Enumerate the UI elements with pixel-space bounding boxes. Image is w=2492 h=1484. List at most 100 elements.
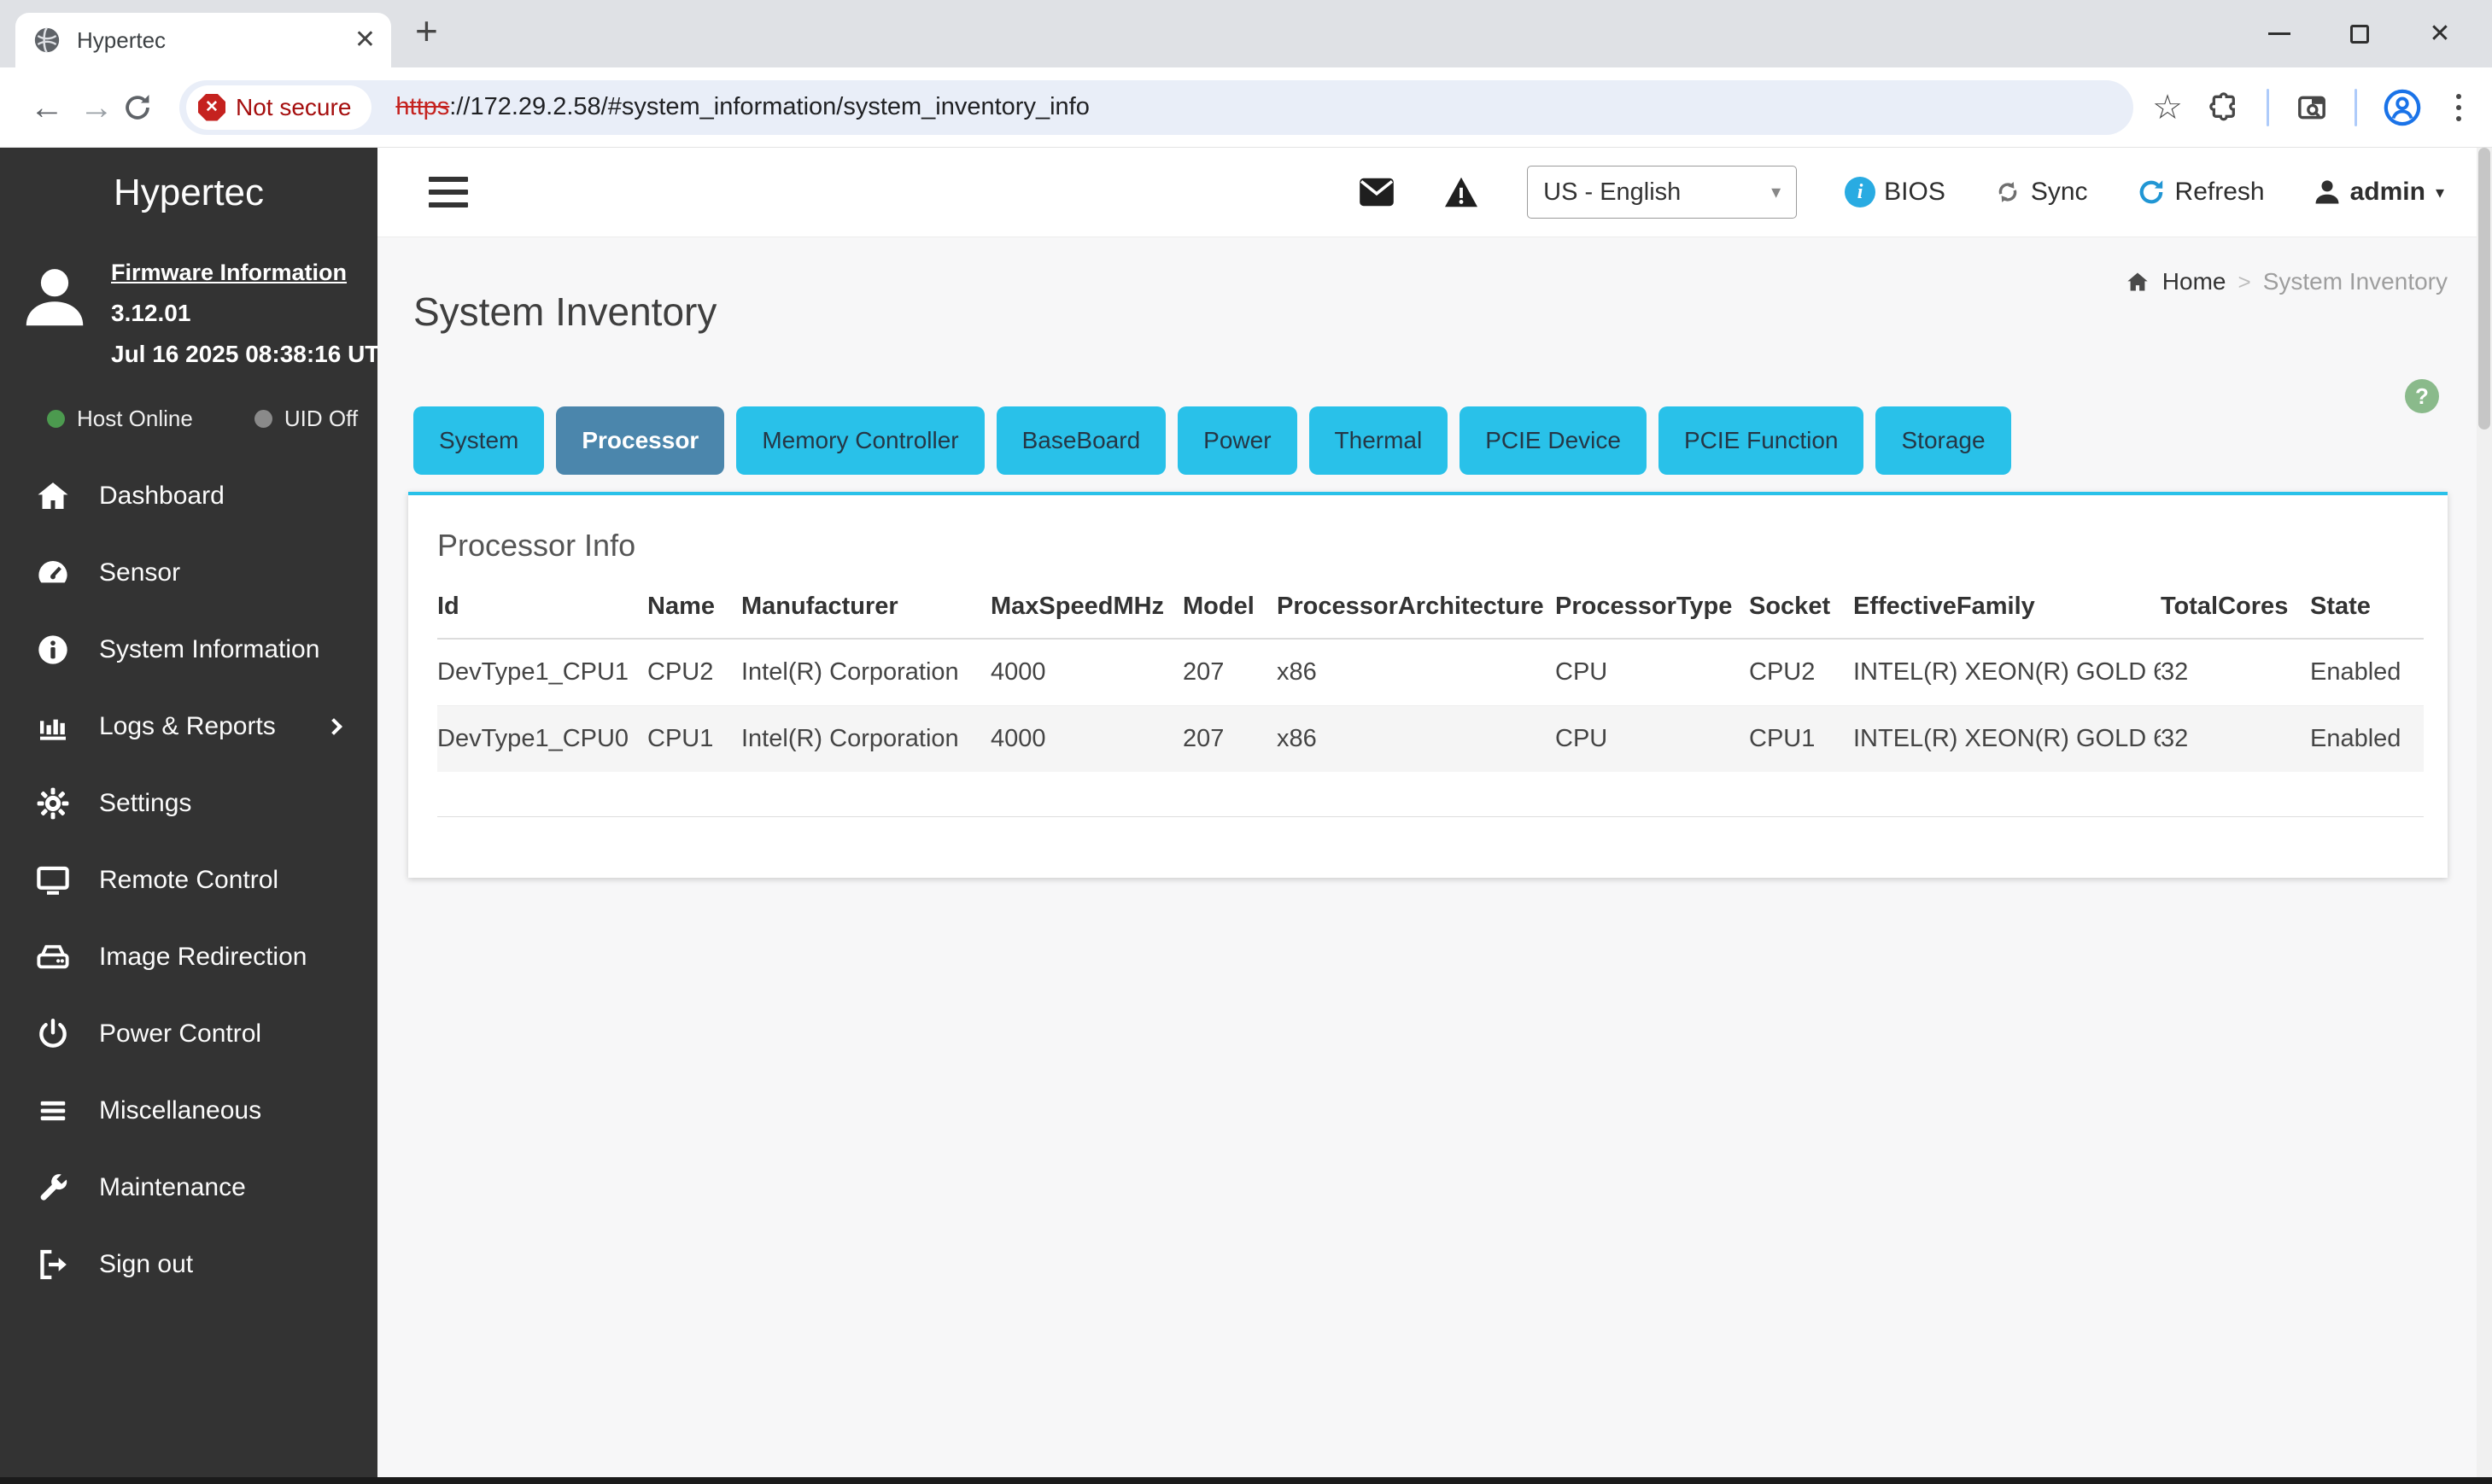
firmware-information-link[interactable]: Firmware Information — [111, 260, 377, 286]
tab-pcie-device[interactable]: PCIE Device — [1460, 406, 1647, 475]
cell-id: DevType1_CPU0 — [437, 706, 647, 773]
sidebar-item-label: Sign out — [99, 1250, 193, 1279]
tab-close-icon[interactable]: ✕ — [354, 27, 376, 53]
tab-power[interactable]: Power — [1178, 406, 1296, 475]
host-online-dot — [47, 410, 65, 428]
globe-favicon-icon — [32, 26, 61, 55]
firmware-version: 3.12.01 — [111, 300, 377, 327]
sidebar-item-miscellaneous[interactable]: Miscellaneous — [0, 1072, 377, 1149]
sidebar-item-dashboard[interactable]: Dashboard — [0, 458, 377, 535]
sidebar-item-remote-control[interactable]: Remote Control — [0, 842, 377, 919]
sidebar-item-label: Power Control — [99, 1020, 261, 1049]
firmware-date: Jul 16 2025 08:38:16 UTC — [111, 341, 377, 368]
user-avatar-icon — [19, 260, 91, 368]
scrollbar-thumb[interactable] — [2478, 148, 2490, 429]
page-title: System Inventory — [413, 289, 2448, 335]
breadcrumb-home[interactable]: Home — [2162, 268, 2226, 295]
refresh-button[interactable]: Refresh — [2136, 177, 2265, 207]
url-text: https://172.29.2.58/#system_information/… — [395, 93, 1089, 121]
gear-icon — [32, 786, 73, 821]
breadcrumb: Home > System Inventory — [2125, 268, 2448, 295]
main-area: US - English ▾ i BIOS Sync Refresh admin… — [377, 148, 2492, 1484]
notifications-mail-button[interactable] — [1358, 177, 1395, 207]
tab-memory-controller[interactable]: Memory Controller — [736, 406, 984, 475]
window-minimize-button[interactable] — [2239, 0, 2319, 67]
browser-menu-icon[interactable] — [2448, 94, 2470, 121]
user-menu[interactable]: admin ▾ — [2313, 177, 2444, 207]
power-icon — [32, 1017, 73, 1051]
firmware-block: Firmware Information 3.12.01 Jul 16 2025… — [0, 237, 377, 368]
url-bar[interactable]: ✕ Not secure https://172.29.2.58/#system… — [179, 80, 2133, 135]
sync-button[interactable]: Sync — [1993, 178, 2088, 207]
browser-tab[interactable]: Hypertec ✕ — [15, 13, 391, 67]
sign-out-icon — [32, 1247, 73, 1282]
bar-chart-icon — [32, 710, 73, 744]
window-controls: ✕ — [2239, 0, 2480, 67]
cell-manufacturer: Intel(R) Corporation — [741, 639, 991, 706]
column-header: Name — [647, 584, 741, 639]
table-header-row: Id Name Manufacturer MaxSpeedMHz Model P… — [437, 584, 2424, 639]
cell-maxspeed: 4000 — [991, 706, 1183, 773]
tab-processor[interactable]: Processor — [556, 406, 724, 475]
refresh-icon — [2136, 177, 2167, 207]
processor-table: Id Name Manufacturer MaxSpeedMHz Model P… — [437, 584, 2424, 817]
bookmark-star-icon[interactable]: ☆ — [2152, 91, 2183, 125]
column-header: ProcessorType — [1555, 584, 1749, 639]
browser-toolbar: ← → ✕ Not secure https://172.29.2.58/#sy… — [0, 67, 2492, 148]
sidebar-item-sensor[interactable]: Sensor — [0, 535, 377, 611]
cell-state: Enabled — [2310, 706, 2424, 773]
tab-pcie-function[interactable]: PCIE Function — [1658, 406, 1864, 475]
browser-profile-avatar[interactable] — [2383, 88, 2422, 127]
cell-architecture: x86 — [1277, 639, 1555, 706]
sidebar-item-settings[interactable]: Settings — [0, 765, 377, 842]
forward-button[interactable]: → — [72, 91, 121, 125]
tab-baseboard[interactable]: BaseBoard — [997, 406, 1167, 475]
minimize-icon — [2268, 32, 2290, 35]
sidebar-item-label: System Information — [99, 635, 319, 664]
inventory-tabs: System Processor Memory Controller BaseB… — [413, 406, 2448, 475]
language-select[interactable]: US - English ▾ — [1527, 166, 1797, 219]
alerts-warning-button[interactable] — [1443, 176, 1479, 208]
sidebar-item-image-redirection[interactable]: Image Redirection — [0, 919, 377, 996]
cell-architecture: x86 — [1277, 706, 1555, 773]
tab-system[interactable]: System — [413, 406, 544, 475]
user-icon — [2313, 177, 2342, 207]
bars-icon — [32, 1095, 73, 1127]
help-icon[interactable]: ? — [2405, 379, 2439, 413]
cell-manufacturer: Intel(R) Corporation — [741, 706, 991, 773]
new-tab-button[interactable]: + — [415, 11, 438, 50]
sidebar-item-system-information[interactable]: System Information — [0, 611, 377, 688]
processor-info-panel: Processor Info Id Name Manufacturer MaxS… — [408, 492, 2448, 878]
column-header: Socket — [1749, 584, 1853, 639]
hamburger-menu-icon[interactable] — [429, 177, 468, 207]
window-maximize-button[interactable] — [2319, 0, 2400, 67]
sidebar-item-power-control[interactable]: Power Control — [0, 996, 377, 1072]
sidebar-item-label: Settings — [99, 789, 191, 818]
wrench-icon — [32, 1171, 73, 1205]
gauge-icon — [32, 555, 73, 591]
tab-storage[interactable]: Storage — [1875, 406, 2010, 475]
language-value: US - English — [1543, 178, 1681, 207]
status-row: Host Online UID Off — [0, 406, 377, 432]
column-header: TotalCores — [2161, 584, 2310, 639]
sidebar-item-sign-out[interactable]: Sign out — [0, 1226, 377, 1303]
reload-button[interactable] — [121, 91, 171, 124]
not-secure-badge[interactable]: ✕ Not secure — [186, 85, 371, 130]
back-button[interactable]: ← — [22, 91, 72, 125]
breadcrumb-current: System Inventory — [2263, 268, 2448, 295]
sidebar-item-maintenance[interactable]: Maintenance — [0, 1149, 377, 1226]
sidebar-item-label: Logs & Reports — [99, 712, 276, 741]
bios-button[interactable]: i BIOS — [1845, 177, 1945, 207]
sidebar-item-logs-reports[interactable]: Logs & Reports — [0, 688, 377, 765]
vertical-scrollbar[interactable] — [2477, 148, 2492, 1484]
top-header: US - English ▾ i BIOS Sync Refresh admin… — [377, 148, 2492, 237]
tab-thermal[interactable]: Thermal — [1309, 406, 1448, 475]
extensions-puzzle-icon[interactable] — [2208, 91, 2241, 124]
sync-icon — [1993, 178, 2022, 207]
brand-title: Hypertec — [0, 148, 377, 237]
column-header: Model — [1183, 584, 1277, 639]
tab-search-icon[interactable] — [2295, 91, 2329, 125]
uid-off-dot — [254, 410, 272, 428]
window-close-button[interactable]: ✕ — [2400, 0, 2480, 67]
uid-status-label: UID Off — [284, 406, 358, 432]
